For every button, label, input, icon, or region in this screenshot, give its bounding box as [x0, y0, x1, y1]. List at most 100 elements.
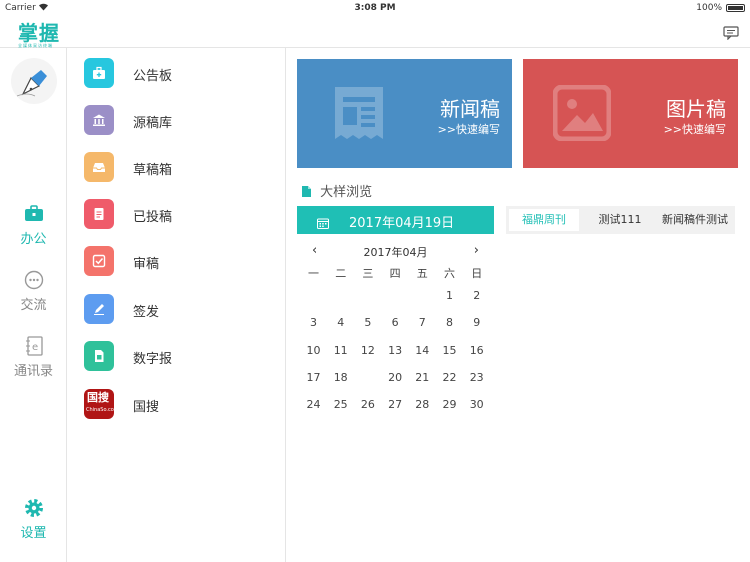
tab-label: 福鼎周刊: [522, 213, 566, 226]
weekday-header: 日: [471, 267, 483, 280]
calendar-day[interactable]: 25: [327, 395, 354, 415]
menu-item-label: 公告板: [133, 69, 173, 84]
chat-icon: [24, 270, 44, 290]
calendar-day[interactable]: 11: [327, 341, 354, 361]
tab-news-draft-test[interactable]: 新闻稿件测试: [656, 209, 734, 231]
nav-item-contacts[interactable]: e 通讯录: [0, 336, 67, 379]
logo-title: 掌握: [18, 21, 60, 45]
calendar-day[interactable]: 23: [463, 368, 490, 388]
nav-item-settings[interactable]: 设置: [0, 498, 67, 541]
date-picker-header[interactable]: 2017年04月19日: [297, 206, 494, 234]
calendar-day[interactable]: 10: [300, 341, 327, 361]
menu-item-label: 草稿箱: [133, 163, 173, 178]
nav-item-label: 交流: [20, 298, 47, 313]
weekday-header: 六: [444, 267, 455, 280]
app-logo: 掌握 全媒体采访终端: [18, 17, 60, 49]
calendar-day[interactable]: 2: [463, 286, 490, 306]
proof-title-text: 大样浏览: [320, 185, 373, 200]
menu-item-chinaso[interactable]: 国搜 ChinaSo.com 国搜: [84, 389, 274, 419]
tab-label: 测试111: [598, 213, 642, 226]
status-bar: Carrier 3:08 PM 100%: [0, 0, 750, 16]
calendar-day[interactable]: 3: [300, 313, 327, 333]
tab-fuding-weekly[interactable]: 福鼎周刊: [509, 209, 579, 231]
calendar-navigation: ‹ 2017年04月 ›: [297, 243, 494, 259]
battery-icon: [726, 4, 745, 12]
nav-item-label: 通讯录: [13, 364, 53, 379]
checkbox-icon: [84, 246, 114, 276]
news-draft-card[interactable]: 新闻稿 >>快速编写: [297, 59, 512, 168]
calendar-day[interactable]: 28: [409, 395, 436, 415]
menu-item-submitted[interactable]: 已投稿: [84, 199, 274, 229]
chinaso-logo-subtext: ChinaSo.com: [86, 407, 119, 413]
bank-icon: [84, 105, 114, 135]
briefcase-plus-icon: [84, 58, 114, 88]
image-icon: [552, 84, 612, 145]
inbox-icon: [84, 152, 114, 182]
calendar-day[interactable]: 16: [463, 341, 490, 361]
calendar-day-selected[interactable]: 19: [354, 364, 381, 391]
menu-item-label: 国搜: [133, 400, 160, 415]
briefcase-icon: [24, 204, 44, 224]
card-subtitle: >>快速编写: [663, 123, 726, 136]
calendar-month-label: 2017年04月: [363, 246, 428, 259]
avatar[interactable]: [11, 58, 57, 104]
function-menu: 公告板 源稿库 草稿箱 已投稿 审稿 签发 数字报 国搜 ChinaSo.com…: [67, 48, 286, 562]
calendar-icon: [317, 214, 329, 233]
calendar-day[interactable]: 9: [463, 313, 490, 333]
tab-test-111[interactable]: 测试111: [588, 209, 652, 231]
paper-tabs: 福鼎周刊 测试111 新闻稿件测试: [506, 206, 735, 234]
calendar-day[interactable]: 17: [300, 368, 327, 388]
weekday-header: 二: [335, 267, 347, 280]
calendar-day[interactable]: 21: [409, 368, 436, 388]
weekday-header: 三: [362, 267, 374, 280]
calendar-day[interactable]: 5: [354, 313, 381, 333]
calendar-day[interactable]: 4: [327, 313, 354, 333]
chinaso-logo-text: 国搜: [87, 391, 109, 404]
svg-text:e: e: [32, 342, 38, 353]
calendar-day[interactable]: 8: [436, 313, 463, 333]
nav-item-office[interactable]: 办公: [0, 204, 67, 247]
calendar-day[interactable]: 24: [300, 395, 327, 415]
gear-icon: [24, 498, 44, 518]
nav-item-label: 办公: [20, 232, 47, 247]
menu-item-digital-paper[interactable]: 数字报: [84, 341, 274, 371]
menu-item-bulletin[interactable]: 公告板: [84, 58, 274, 88]
calendar-day[interactable]: 27: [382, 395, 409, 415]
calendar-day[interactable]: 18: [327, 368, 354, 388]
card-title: 图片稿: [666, 97, 726, 121]
weekday-header: 五: [416, 267, 428, 280]
menu-item-drafts[interactable]: 草稿箱: [84, 152, 274, 182]
menu-item-sign-off[interactable]: 签发: [84, 294, 274, 324]
app-header: 掌握 全媒体采访终端: [0, 16, 750, 48]
status-time: 3:08 PM: [354, 3, 396, 13]
menu-item-label: 审稿: [133, 257, 160, 272]
menu-item-label: 源稿库: [133, 116, 173, 131]
nav-item-chat[interactable]: 交流: [0, 270, 67, 313]
tab-label: 新闻稿件测试: [662, 213, 728, 226]
card-title: 新闻稿: [440, 97, 500, 121]
calendar-day[interactable]: 29: [436, 395, 463, 415]
calendar-day[interactable]: 13: [382, 341, 409, 361]
calendar-day[interactable]: 6: [382, 313, 409, 333]
calendar-day[interactable]: 7: [409, 313, 436, 333]
battery-percent: 100%: [696, 3, 722, 13]
menu-item-label: 数字报: [133, 352, 173, 367]
calendar-day[interactable]: 14: [409, 341, 436, 361]
calendar-day[interactable]: 26: [354, 395, 381, 415]
weekday-header: 一: [308, 267, 319, 280]
calendar-day[interactable]: 12: [354, 341, 381, 361]
newspaper-icon: [84, 341, 114, 371]
chinaso-logo: 国搜 ChinaSo.com: [84, 389, 119, 419]
next-month-button[interactable]: ›: [474, 243, 479, 258]
calendar-day[interactable]: 22: [436, 368, 463, 388]
calendar-day[interactable]: 30: [463, 395, 490, 415]
menu-item-label: 签发: [133, 305, 160, 320]
pencil-icon: [84, 294, 114, 324]
message-icon[interactable]: [723, 25, 739, 41]
menu-item-source-library[interactable]: 源稿库: [84, 105, 274, 135]
calendar-day[interactable]: 15: [436, 341, 463, 361]
calendar-day[interactable]: 20: [382, 368, 409, 388]
calendar-day[interactable]: 1: [436, 286, 463, 306]
photo-draft-card[interactable]: 图片稿 >>快速编写: [523, 59, 738, 168]
menu-item-review[interactable]: 审稿: [84, 246, 274, 276]
